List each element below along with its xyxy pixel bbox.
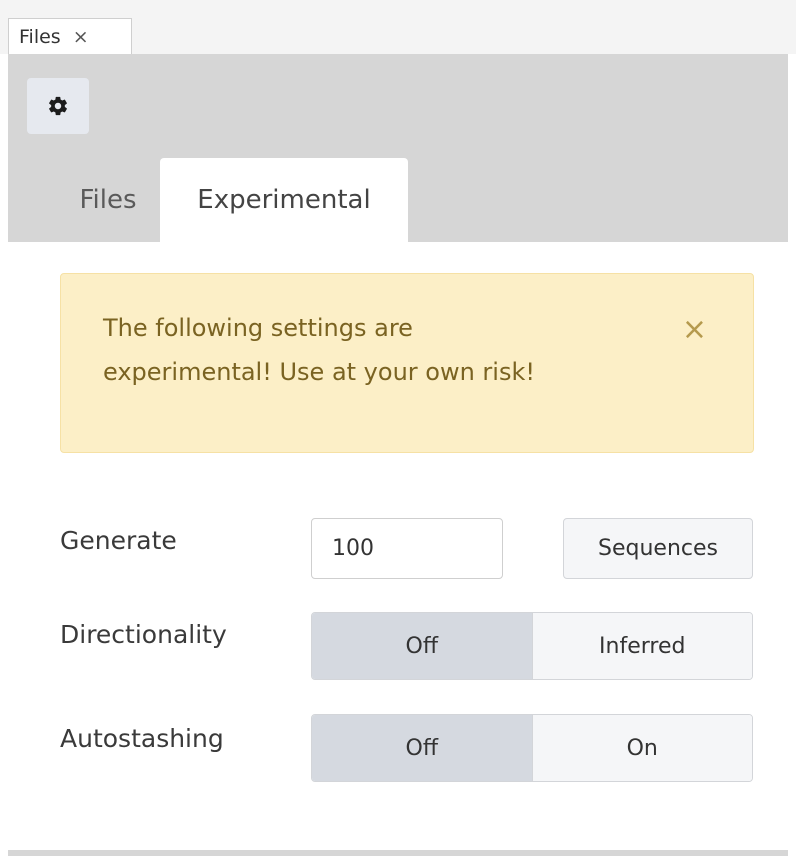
gear-icon xyxy=(49,96,67,116)
directionality-toggle: Off Inferred xyxy=(311,612,753,680)
tab-files[interactable]: Files xyxy=(58,158,158,242)
alert-line-1: The following settings are xyxy=(103,314,413,342)
tab-experimental[interactable]: Experimental xyxy=(160,158,408,242)
files-panel: Files Experimental The following setting… xyxy=(8,54,788,856)
autostashing-off-option[interactable]: Off xyxy=(312,715,532,781)
generate-count-input[interactable] xyxy=(311,518,503,579)
alert-message: The following settings are experimental!… xyxy=(103,306,643,394)
close-icon[interactable]: × xyxy=(682,310,707,350)
autostashing-toggle: Off On xyxy=(311,714,753,782)
window-tab-label: Files xyxy=(19,25,61,48)
settings-button[interactable] xyxy=(27,78,89,134)
close-icon[interactable]: × xyxy=(73,26,89,48)
autostashing-on-option[interactable]: On xyxy=(531,715,752,781)
experimental-content: The following settings are experimental!… xyxy=(8,242,788,850)
directionality-inferred-option[interactable]: Inferred xyxy=(531,613,752,679)
autostashing-label: Autostashing xyxy=(60,724,224,753)
warning-alert: The following settings are experimental!… xyxy=(60,273,754,453)
generate-label: Generate xyxy=(60,526,177,555)
window-tab-files[interactable]: Files × xyxy=(8,18,132,54)
sequences-button[interactable]: Sequences xyxy=(563,518,753,579)
directionality-off-option[interactable]: Off xyxy=(312,613,532,679)
alert-line-2: experimental! Use at your own risk! xyxy=(103,358,535,386)
window-tabbar: Files × xyxy=(0,0,796,54)
directionality-label: Directionality xyxy=(60,620,227,649)
